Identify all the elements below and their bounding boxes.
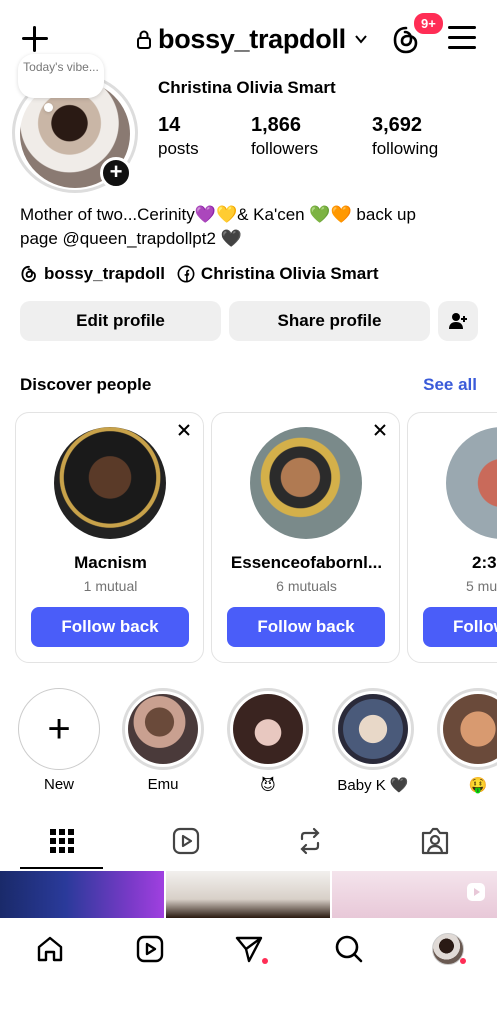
profile-notification-dot [460,958,466,964]
close-icon[interactable] [373,423,387,437]
suggestion-name: Macnism [74,553,147,572]
threads-small-icon [21,265,36,283]
reposts-tab-icon[interactable] [294,825,326,857]
username-title: bossy_trapdoll [158,23,346,54]
add-story-icon[interactable]: + [100,157,132,189]
posts-stat[interactable]: 14 posts [158,114,199,159]
highlight-item[interactable]: 😈 [227,688,309,794]
grid-post[interactable] [0,871,164,918]
follow-back-button[interactable]: Follow back [31,607,189,647]
reel-indicator-icon [467,883,485,901]
search-icon[interactable] [333,933,365,965]
highlight-label: New [43,776,74,793]
hamburger-menu-icon[interactable] [448,26,476,50]
messages-unread-dot [262,958,268,964]
suggestion-mutuals: 5 mu [466,578,497,594]
account-switcher[interactable]: bossy_trapdoll [136,23,368,55]
edit-profile-button[interactable]: Edit profile [20,301,221,341]
direct-messages-icon[interactable] [233,933,265,965]
highlight-label: 😈 [260,777,276,794]
lock-icon [137,30,151,49]
highlight-cover [443,694,497,764]
home-icon[interactable] [34,933,66,965]
bio-line: page @queen_trapdollpt2 🖤 [20,229,242,248]
highlight-new[interactable]: + New [18,688,100,793]
see-all-link[interactable]: See all [423,375,477,395]
notification-badge: 9+ [412,11,445,36]
bottom-navigation [0,918,497,1024]
facebook-link[interactable]: Christina Olivia Smart [177,264,379,284]
share-profile-button[interactable]: Share profile [229,301,430,341]
suggestion-avatar[interactable] [446,427,497,539]
following-stat[interactable]: 3,692 following [372,114,438,159]
highlight-label: 🤑 [468,777,488,794]
highlight-item[interactable]: 🤑 [437,688,497,794]
followers-stat[interactable]: 1,866 followers [251,114,318,159]
discover-header: Discover people See all [20,375,477,395]
facebook-link-label: Christina Olivia Smart [200,264,379,283]
grid-post[interactable] [332,871,497,918]
full-name: Christina Olivia Smart [158,78,336,97]
suggestion-card: Macnism 1 mutual Follow back [15,412,204,663]
followers-label: followers [251,139,319,158]
highlight-cover [233,694,303,764]
highlight-item[interactable]: Emu [122,688,204,793]
bio: Mother of two...Cerinity💜💛& Ka'cen 💚🧡 ba… [20,203,480,251]
follow-back-button[interactable]: Follow back [227,607,385,647]
posts-count: 14 [158,114,181,136]
discover-carousel[interactable]: Macnism 1 mutual Follow back Essenceofab… [15,412,497,663]
create-plus-icon[interactable] [20,24,50,54]
reels-icon[interactable] [134,933,166,965]
highlight-ring [437,688,497,770]
follow-button[interactable]: Follow [423,607,497,647]
profile-actions: Edit profile Share profile [20,301,478,341]
content-tabs [0,815,497,870]
suggestion-avatar[interactable] [54,427,166,539]
following-count: 3,692 [372,114,423,136]
add-person-icon [449,313,467,329]
highlight-cover [128,694,198,764]
suggestion-card: Essenceofabornl... 6 mutuals Follow back [211,412,400,663]
highlight-ring [332,688,414,770]
reels-tab-icon[interactable] [170,825,202,857]
discover-title: Discover people [20,375,152,394]
profile-links: bossy_trapdoll Christina Olivia Smart [20,264,379,284]
posts-grid [0,871,497,918]
threads-link-label: bossy_trapdoll [44,264,165,283]
suggestion-card: 2:3 5 mu Follow [407,412,497,663]
tagged-tab-icon[interactable] [419,825,451,857]
suggestion-name: 2:3 [472,553,497,572]
chevron-down-icon [355,35,367,44]
highlight-label: Emu [147,776,179,793]
grid-tab-icon[interactable] [46,825,78,857]
suggestion-name: Essenceofabornl... [230,553,383,572]
note-bubble-tail [44,103,53,112]
followers-count: 1,866 [251,114,302,136]
story-highlights: + New Emu 😈 Baby K 🖤 🤑 [0,688,497,798]
note-bubble[interactable]: Today's vibe... [18,54,104,98]
suggestion-mutuals: 6 mutuals [276,578,337,594]
plus-icon: + [47,707,71,751]
highlight-ring [122,688,204,770]
discover-people-button[interactable] [438,301,478,341]
highlight-item[interactable]: Baby K 🖤 [332,688,414,794]
active-tab-indicator [20,867,103,869]
highlight-label: Baby K 🖤 [337,777,409,794]
highlight-cover [338,694,408,764]
posts-label: posts [158,139,199,158]
close-icon[interactable] [177,423,191,437]
grid-post[interactable] [166,871,330,918]
following-label: following [372,139,439,158]
highlight-ring [227,688,309,770]
bio-line: Mother of two...Cerinity💜💛& Ka'cen 💚🧡 ba… [20,205,416,224]
suggestion-avatar[interactable] [250,427,362,539]
facebook-icon [177,265,195,283]
highlight-ring: + [18,688,100,770]
threads-link[interactable]: bossy_trapdoll [20,264,165,284]
suggestion-mutuals: 1 mutual [83,578,138,594]
